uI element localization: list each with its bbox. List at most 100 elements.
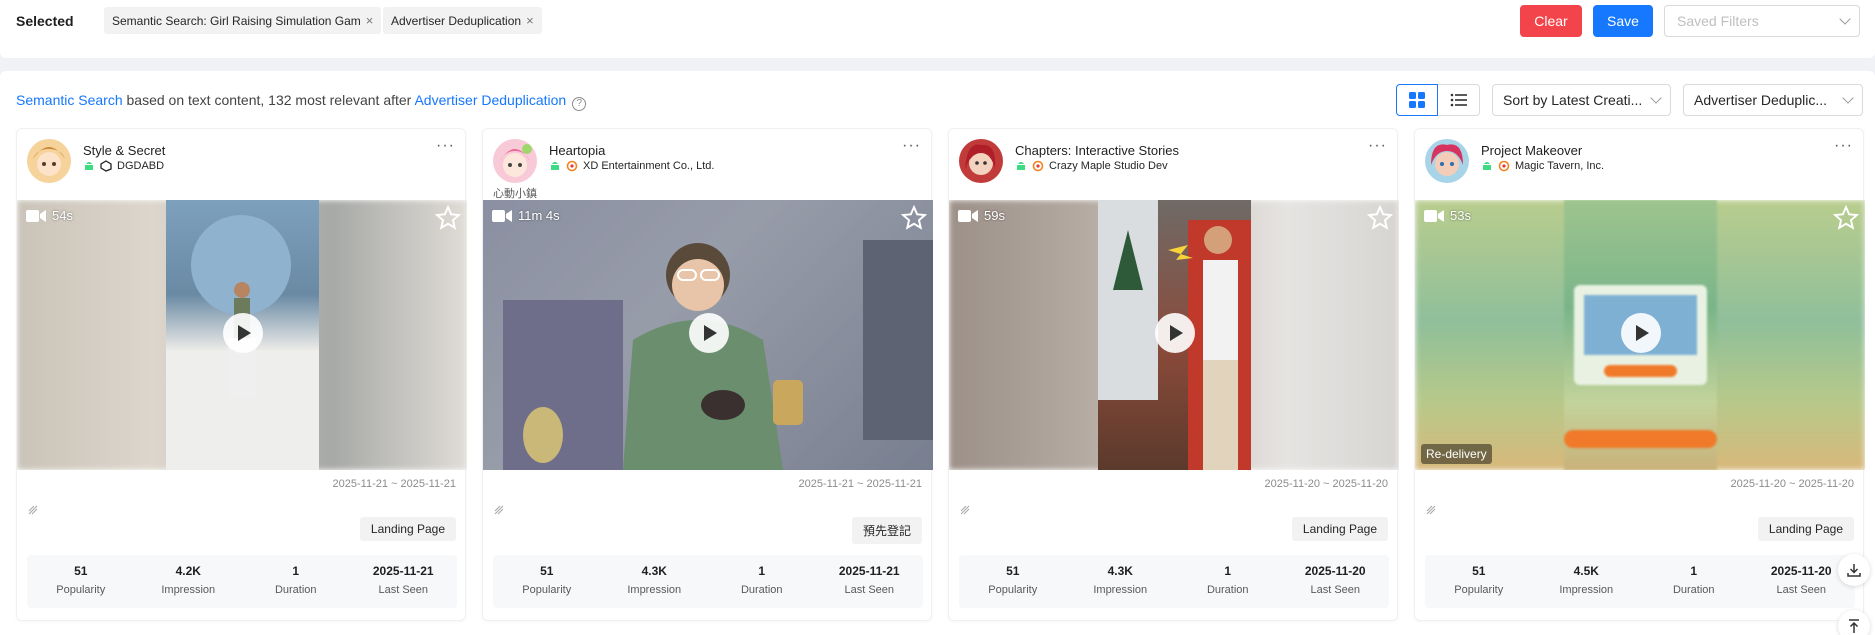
ad-card[interactable]: Heartopia XD Entertainment Co., Ltd. ···… (482, 128, 933, 621)
stats-bar: 51 Popularity 4.3K Impression 1 Duration 20… (493, 555, 923, 608)
filter-chip-label: Advertiser Deduplication (391, 13, 522, 28)
date-range: 2025-11-20 ~ 2025-11-20 (1730, 478, 1854, 490)
close-icon[interactable]: × (526, 13, 534, 28)
stat-duration: 1 Duration (1672, 564, 1715, 596)
sort-select[interactable]: Sort by Latest Creati... (1492, 84, 1671, 116)
results-summary: Semantic Search based on text content, 1… (16, 92, 587, 111)
re-delivery-badge: Re-delivery (1421, 444, 1492, 464)
filter-chip-advertiser-dedup[interactable]: Advertiser Deduplication × (383, 7, 542, 34)
save-button[interactable]: Save (1593, 5, 1653, 37)
link-icon (960, 505, 970, 515)
stat-duration: 1 Duration (1206, 564, 1249, 596)
link-icon (494, 505, 504, 515)
app-name[interactable]: Project Makeover (1481, 143, 1582, 158)
app-avatar (1425, 139, 1469, 183)
app-store-icon (1032, 160, 1044, 172)
android-icon (551, 162, 559, 170)
semantic-search-link[interactable]: Semantic Search (16, 92, 123, 108)
saved-filters-select[interactable]: Saved Filters (1664, 5, 1860, 37)
app-avatar (27, 139, 71, 183)
ad-card[interactable]: Style & Secret DGDABD ··· 54s 2025-11-21… (16, 128, 467, 621)
star-icon[interactable] (1833, 205, 1859, 231)
android-icon (1483, 162, 1491, 170)
app-name[interactable]: Style & Secret (83, 143, 165, 158)
more-options-icon[interactable]: ··· (902, 137, 921, 155)
filter-chip-semantic-search[interactable]: Semantic Search: Girl Raising Simulation… (104, 7, 382, 34)
download-button[interactable] (1838, 554, 1870, 586)
app-store-icon (1498, 160, 1510, 172)
filter-chip-label: Semantic Search: Girl Raising Simulation… (112, 13, 361, 28)
grid-view-button[interactable] (1396, 84, 1438, 116)
advertiser-dedup-link[interactable]: Advertiser Deduplication (414, 92, 566, 108)
dedup-select[interactable]: Advertiser Deduplic... (1683, 84, 1863, 116)
play-button[interactable] (1155, 313, 1195, 353)
video-preview[interactable]: 59s (949, 200, 1399, 470)
star-icon[interactable] (1367, 205, 1393, 231)
publisher-row: Crazy Maple Studio Dev (1015, 160, 1168, 172)
stat-popularity: 51 Popularity (56, 564, 106, 596)
stats-bar: 51 Popularity 4.5K Impression 1 Duration 20… (1425, 555, 1855, 608)
star-icon[interactable] (901, 205, 927, 231)
selected-label: Selected (16, 13, 74, 29)
grid-icon (1409, 92, 1425, 108)
publisher-row: XD Entertainment Co., Ltd. (549, 160, 714, 172)
stats-bar: 51 Popularity 4.3K Impression 1 Duration 20… (959, 555, 1389, 608)
close-icon[interactable]: × (366, 13, 374, 28)
publisher-name[interactable]: XD Entertainment Co., Ltd. (583, 160, 714, 172)
video-camera-icon (26, 209, 46, 222)
more-options-icon[interactable]: ··· (1834, 137, 1853, 155)
video-preview[interactable]: 53s Re-delivery (1415, 200, 1865, 470)
landing-page-button[interactable]: 預先登記 (851, 517, 922, 544)
app-name[interactable]: Chapters: Interactive Stories (1015, 143, 1179, 158)
app-store-icon (566, 160, 578, 172)
landing-page-button[interactable]: Landing Page (1757, 517, 1854, 541)
app-avatar (959, 139, 1003, 183)
ad-card[interactable]: Chapters: Interactive Stories Crazy Mapl… (948, 128, 1399, 621)
clear-button[interactable]: Clear (1520, 5, 1582, 37)
video-preview[interactable]: 54s (17, 200, 467, 470)
more-options-icon[interactable]: ··· (1368, 137, 1387, 155)
publisher-name[interactable]: DGDABD (117, 160, 164, 172)
more-options-icon[interactable]: ··· (436, 137, 455, 155)
date-range: 2025-11-21 ~ 2025-11-21 (798, 478, 922, 490)
video-duration: 11m 4s (492, 208, 560, 223)
play-button[interactable] (223, 313, 263, 353)
play-button[interactable] (1621, 313, 1661, 353)
date-range: 2025-11-20 ~ 2025-11-20 (1264, 478, 1388, 490)
stat-last-seen: 2025-11-20 Last Seen (1304, 564, 1366, 596)
stat-impression: 4.2K Impression (161, 564, 216, 596)
video-duration: 54s (26, 208, 73, 223)
android-icon (1017, 162, 1025, 170)
summary-text: based on text content, 132 most relevant… (122, 92, 415, 108)
dedup-select-value: Advertiser Deduplic... (1694, 92, 1828, 108)
video-preview[interactable]: 11m 4s (483, 200, 933, 470)
stat-last-seen: 2025-11-21 Last Seen (372, 564, 434, 596)
publisher-name[interactable]: Magic Tavern, Inc. (1515, 160, 1604, 172)
stat-impression: 4.3K Impression (1093, 564, 1148, 596)
back-to-top-button[interactable] (1838, 610, 1870, 635)
landing-page-button[interactable]: Landing Page (359, 517, 456, 541)
date-range: 2025-11-21 ~ 2025-11-21 (332, 478, 456, 490)
arrow-up-icon (1849, 619, 1859, 633)
video-camera-icon (958, 209, 978, 222)
app-name[interactable]: Heartopia (549, 143, 605, 158)
filter-bar: Selected Semantic Search: Girl Raising S… (0, 0, 1875, 58)
publisher-name[interactable]: Crazy Maple Studio Dev (1049, 160, 1168, 172)
list-icon (1450, 93, 1467, 107)
help-icon[interactable]: ? (572, 97, 587, 111)
stat-last-seen: 2025-11-21 Last Seen (838, 564, 900, 596)
android-icon (85, 162, 93, 170)
app-avatar (493, 139, 537, 183)
play-button[interactable] (689, 313, 729, 353)
list-view-button[interactable] (1438, 84, 1480, 116)
chevron-down-icon (1842, 92, 1854, 104)
stat-popularity: 51 Popularity (988, 564, 1038, 596)
sort-select-value: Sort by Latest Creati... (1503, 92, 1643, 108)
video-camera-icon (1424, 209, 1444, 222)
landing-page-button[interactable]: Landing Page (1291, 517, 1388, 541)
ad-card[interactable]: Project Makeover Magic Tavern, Inc. ··· … (1414, 128, 1865, 621)
star-icon[interactable] (435, 205, 461, 231)
stat-impression: 4.3K Impression (627, 564, 682, 596)
download-icon (1847, 564, 1861, 577)
stats-bar: 51 Popularity 4.2K Impression 1 Duration 20… (27, 555, 457, 608)
